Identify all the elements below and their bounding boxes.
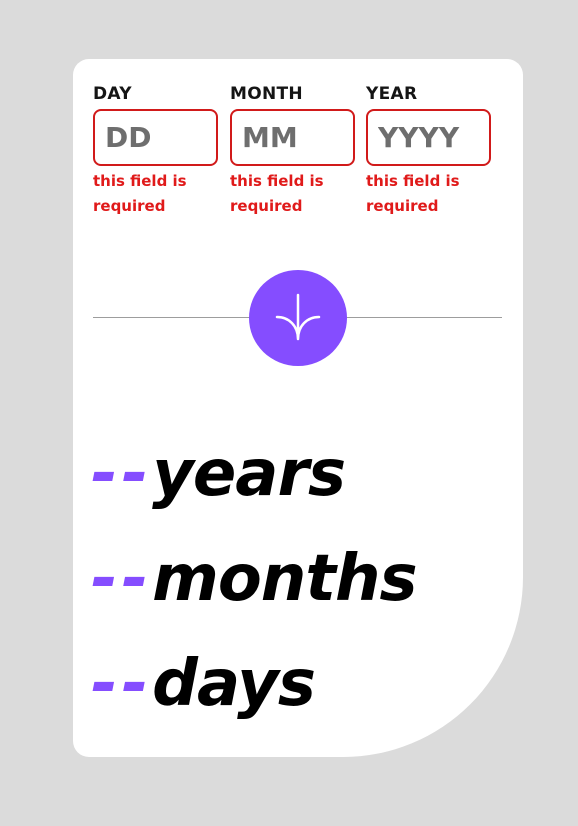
- months-value: --: [91, 542, 153, 616]
- result-years: --years: [91, 434, 346, 514]
- months-unit: months: [152, 542, 417, 616]
- year-field-group: YEAR this field is required: [366, 83, 491, 219]
- age-calculator-card: DAY this field is required MONTH this fi…: [73, 59, 523, 757]
- year-label: YEAR: [366, 84, 418, 104]
- year-input[interactable]: [366, 109, 491, 166]
- days-value: --: [91, 647, 153, 721]
- day-field-group: DAY this field is required: [93, 83, 218, 219]
- month-input[interactable]: [230, 109, 355, 166]
- years-value: --: [91, 437, 153, 511]
- result-months: --months: [91, 539, 418, 619]
- day-input[interactable]: [93, 109, 218, 166]
- result-days: --days: [91, 644, 316, 724]
- year-error-message: this field is required: [366, 172, 460, 215]
- arrow-down-icon: [275, 293, 321, 341]
- month-error-message: this field is required: [230, 172, 324, 215]
- day-error-message: this field is required: [93, 172, 187, 215]
- day-label: DAY: [93, 84, 132, 104]
- submit-button[interactable]: [249, 270, 347, 366]
- years-unit: years: [152, 437, 346, 511]
- days-unit: days: [152, 647, 316, 721]
- month-field-group: MONTH this field is required: [230, 83, 355, 219]
- month-label: MONTH: [230, 84, 303, 104]
